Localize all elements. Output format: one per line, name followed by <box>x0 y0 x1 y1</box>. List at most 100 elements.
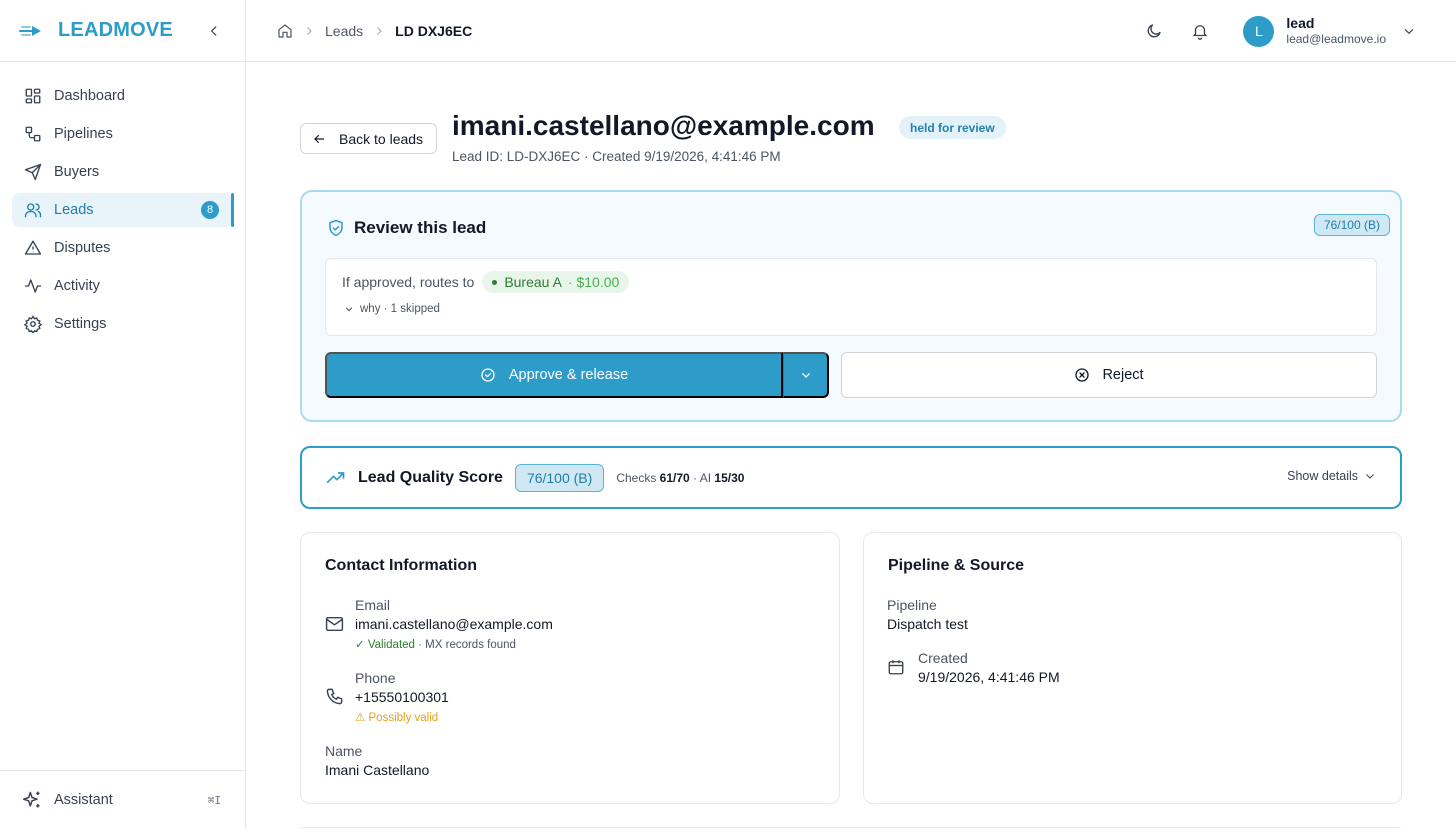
sidebar-item-label: Leads <box>54 202 94 218</box>
back-to-leads-button[interactable]: Back to leads <box>300 123 437 154</box>
approve-release-button[interactable]: Approve & release <box>325 352 783 398</box>
show-details-button[interactable]: Show details <box>1287 469 1376 483</box>
brand-name: LEADMOVE <box>58 19 173 41</box>
sidebar-item-label: Dashboard <box>54 88 125 104</box>
contact-card-title: Contact Information <box>325 557 477 574</box>
x-circle-icon <box>1075 368 1090 382</box>
email-field: Email imani.castellano@example.com ✓ Val… <box>355 597 553 651</box>
why-toggle[interactable]: why · 1 skipped <box>344 303 440 315</box>
sparkles-icon <box>22 791 40 808</box>
trending-up-icon <box>326 471 345 483</box>
user-name: lead <box>1286 14 1315 31</box>
assistant-shortcut: ⌘I <box>207 793 221 807</box>
sidebar-item-label: Pipelines <box>54 126 113 142</box>
chevron-down-icon <box>1366 474 1374 479</box>
name-value: Imani Castellano <box>325 762 430 778</box>
sidebar-item-settings[interactable]: Settings <box>12 307 233 341</box>
chevron-down-icon[interactable] <box>1402 24 1416 38</box>
arrow-left-icon <box>314 134 325 143</box>
gear-icon <box>24 315 42 333</box>
chevron-down-icon <box>801 373 810 378</box>
name-field: Name Imani Castellano <box>325 743 429 778</box>
sidebar-item-label: Buyers <box>54 164 100 180</box>
top-header: Leads LD DXJ6EC L lead lead@leadmove.io <box>246 0 1456 62</box>
pipeline-field: Pipeline Dispatch test <box>887 597 968 632</box>
email-label: Email <box>355 597 391 613</box>
shield-check-icon <box>329 219 343 237</box>
ai-value: 15/30 <box>714 470 745 485</box>
sidebar: LEADMOVE Dashboard Pipelines Buyers Lead… <box>0 0 246 829</box>
logo-icon <box>18 23 44 39</box>
main-content: Back to leads imani.castellano@example.c… <box>246 62 1456 829</box>
phone-icon <box>326 688 343 705</box>
calendar-icon <box>888 660 904 675</box>
assistant-button[interactable]: Assistant ⌘I <box>0 770 245 829</box>
sidebar-item-disputes[interactable]: Disputes <box>12 231 233 265</box>
users-icon <box>24 203 42 218</box>
review-card: Review this lead 76/100 (B) If approved,… <box>300 190 1402 422</box>
breadcrumb-leads-link[interactable]: Leads <box>325 23 363 39</box>
chevron-left-icon <box>211 26 217 36</box>
reject-label: Reject <box>1102 367 1144 383</box>
chevron-right-icon <box>303 25 315 37</box>
phone-value: +15550100301 <box>355 689 449 705</box>
email-validation: ✓ Validated · MX records found <box>355 637 553 651</box>
routing-line: If approved, routes to Bureau A · $10.00 <box>342 271 630 293</box>
page-title: imani.castellano@example.com <box>452 110 875 141</box>
reject-button[interactable]: Reject <box>841 352 1377 398</box>
brand: LEADMOVE <box>0 0 245 62</box>
email-mx-note: · MX records found <box>418 639 516 651</box>
pipeline-label: Pipeline <box>887 597 937 613</box>
review-score-chip: 76/100 (B) <box>1313 214 1390 236</box>
quality-score-card: Lead Quality Score 76/100 (B) Checks 61/… <box>300 446 1402 509</box>
buyer-status-dot <box>492 279 498 285</box>
sidebar-item-label: Settings <box>54 316 107 332</box>
show-details-label: Show details <box>1287 469 1358 483</box>
quality-score-chip: 76/100 (B) <box>514 463 605 492</box>
sidebar-item-leads[interactable]: Leads 8 <box>12 193 234 227</box>
sidebar-item-label: Activity <box>54 278 100 294</box>
review-title: Review this lead <box>354 218 487 237</box>
collapse-sidebar-button[interactable] <box>203 20 225 42</box>
send-icon <box>24 163 42 181</box>
workflow-icon <box>25 126 41 142</box>
activity-icon <box>24 279 42 293</box>
ai-label: · AI <box>693 470 712 485</box>
sidebar-nav: Dashboard Pipelines Buyers Leads 8 Dispu… <box>0 62 245 341</box>
routing-preview: If approved, routes to Bureau A · $10.00… <box>325 258 1377 336</box>
notifications-bell-icon[interactable] <box>1191 22 1209 40</box>
sidebar-item-pipelines[interactable]: Pipelines <box>12 117 233 151</box>
leads-count-badge: 8 <box>201 201 219 219</box>
sidebar-item-buyers[interactable]: Buyers <box>12 155 233 189</box>
routes-label: If approved, routes to <box>342 274 475 290</box>
chevron-down-icon <box>345 307 353 312</box>
chevron-right-icon <box>373 25 385 37</box>
approve-options-dropdown[interactable] <box>783 352 829 398</box>
review-heading: Review this lead <box>327 218 486 238</box>
phone-field: Phone +15550100301 ⚠ Possibly valid <box>355 670 449 724</box>
created-label: Created <box>918 650 968 666</box>
quality-breakdown: Checks 61/70 · AI 15/30 <box>616 471 744 485</box>
back-label: Back to leads <box>339 130 424 147</box>
breadcrumb-current: LD DXJ6EC <box>395 22 473 39</box>
phone-validation: ⚠ Possibly valid <box>355 712 439 724</box>
sidebar-item-activity[interactable]: Activity <box>12 269 233 303</box>
buyer-price: · $10.00 <box>567 274 620 290</box>
email-validated-text: ✓ Validated <box>355 639 415 651</box>
home-icon[interactable] <box>277 23 293 39</box>
mail-icon <box>325 616 344 632</box>
contact-information-card: Contact Information Email imani.castella… <box>300 532 840 804</box>
sidebar-item-dashboard[interactable]: Dashboard <box>12 79 233 113</box>
user-email: lead@leadmove.io <box>1286 32 1386 47</box>
dashboard-icon <box>25 88 41 104</box>
name-label: Name <box>325 743 363 759</box>
pipeline-source-card: Pipeline & Source Pipeline Dispatch test… <box>863 532 1402 804</box>
phone-label: Phone <box>355 670 396 686</box>
status-badge: held for review <box>899 116 1006 139</box>
theme-toggle-moon-icon[interactable] <box>1145 22 1163 40</box>
avatar[interactable]: L <box>1243 15 1275 47</box>
user-menu[interactable]: lead lead@leadmove.io <box>1286 15 1386 48</box>
page-subtitle: Lead ID: LD-DXJ6EC · Created 9/19/2026, … <box>452 149 781 164</box>
alert-triangle-icon <box>24 240 42 255</box>
created-value: 9/19/2026, 4:41:46 PM <box>918 669 1060 685</box>
